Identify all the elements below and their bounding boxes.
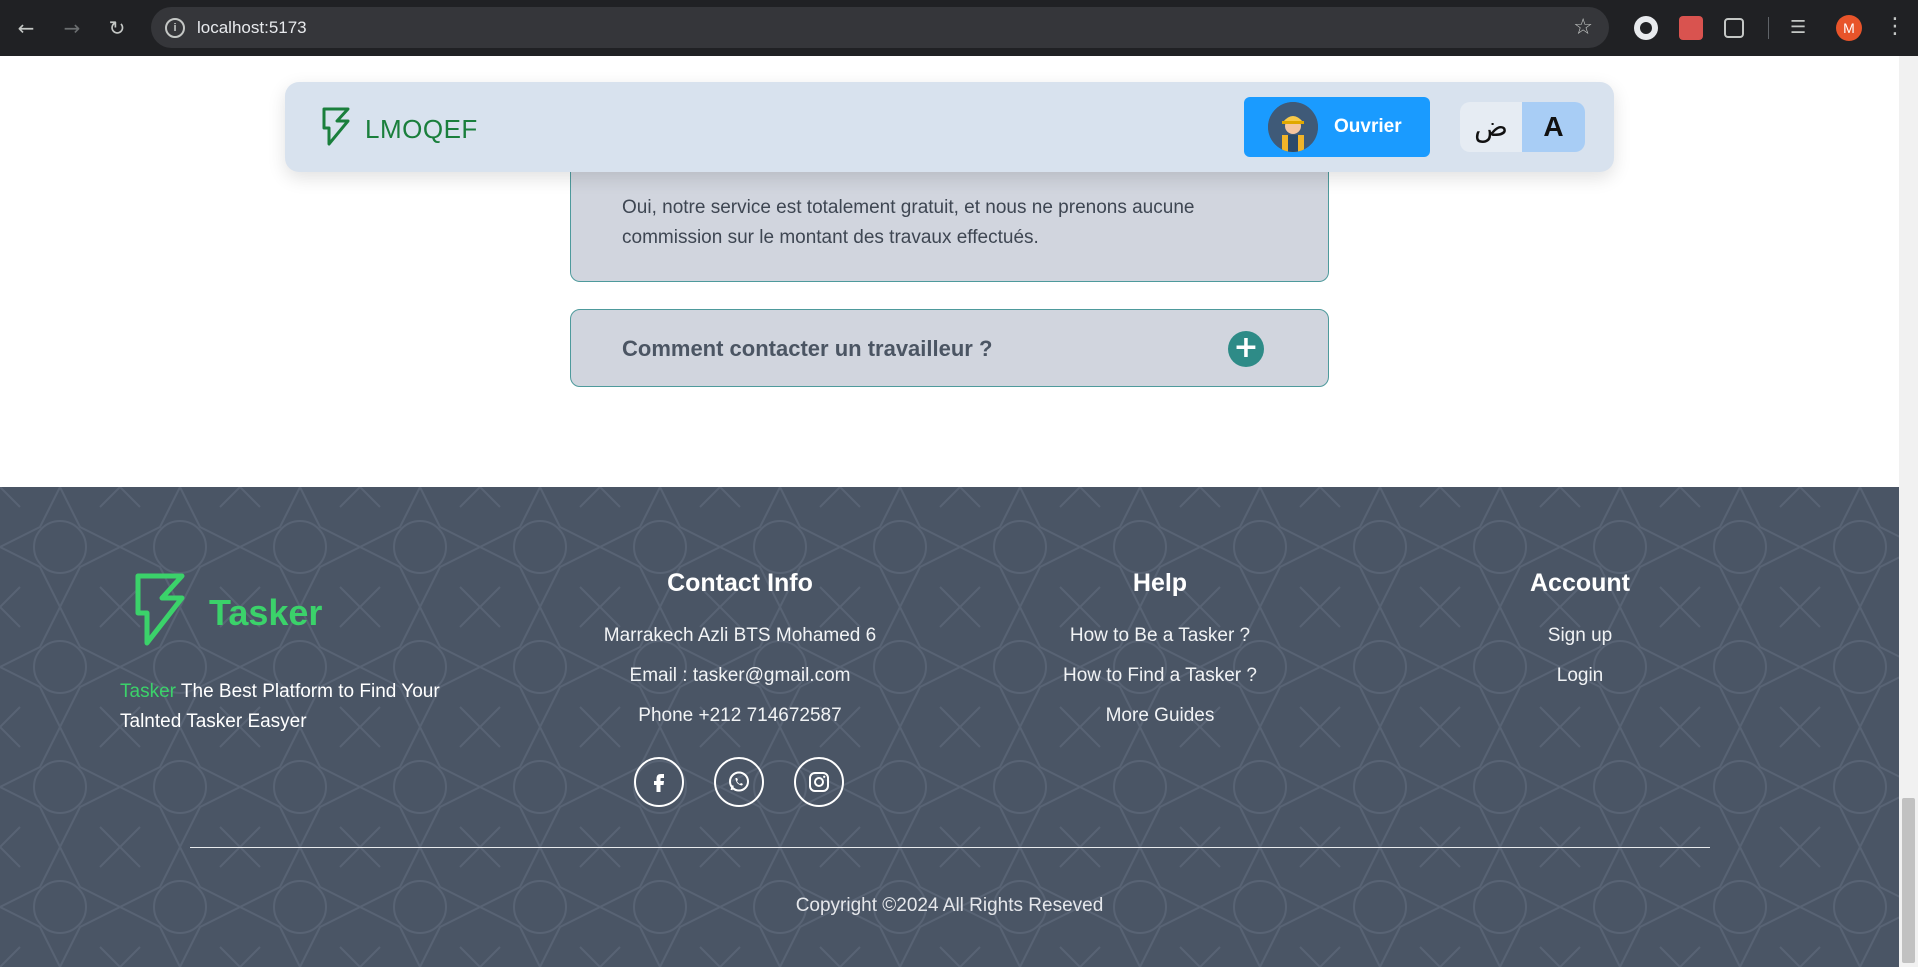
whatsapp-icon[interactable] — [714, 757, 764, 807]
extension-icon[interactable] — [1634, 16, 1658, 40]
footer-divider — [190, 847, 1710, 848]
tagline-accent: Tasker — [120, 681, 176, 702]
toolbar-divider — [1768, 17, 1769, 39]
media-queue-icon[interactable]: ☰ — [1790, 16, 1814, 40]
contact-info-title: Contact Info — [667, 569, 813, 597]
tasker-logo-icon — [133, 571, 187, 654]
faq-answer: Oui, notre service est totalement gratui… — [622, 197, 1195, 248]
brand-name: LMOQEF — [365, 114, 478, 144]
contact-address: Marrakech Azli BTS Mohamed 6 — [603, 625, 877, 646]
site-navbar: LMOQEF Ouvrier ض A — [285, 82, 1614, 172]
lang-latin-button[interactable]: A — [1522, 102, 1585, 152]
extension-icon[interactable] — [1679, 16, 1703, 40]
brand[interactable]: LMOQEF — [321, 106, 478, 153]
forward-icon[interactable]: → — [58, 14, 86, 42]
help-column: Help How to Be a Tasker ? How to Find a … — [960, 569, 1360, 736]
back-icon[interactable]: ← — [12, 14, 40, 42]
role-label: Ouvrier — [1334, 116, 1402, 137]
help-title: Help — [1132, 569, 1188, 597]
site-info-icon[interactable]: i — [165, 18, 185, 38]
footer-logo[interactable]: Tasker — [133, 571, 322, 654]
contact-email[interactable]: Email : tasker@gmail.com — [520, 656, 960, 696]
social-links — [634, 757, 844, 807]
brand-logo-icon — [321, 106, 351, 153]
worker-avatar — [1268, 102, 1318, 152]
help-link[interactable]: How to Be a Tasker ? — [960, 616, 1360, 656]
reload-icon[interactable]: ↻ — [103, 14, 131, 42]
contact-info-column: Contact Info Marrakech Azli BTS Mohamed … — [520, 569, 960, 736]
instagram-icon[interactable] — [794, 757, 844, 807]
signup-link[interactable]: Sign up — [1380, 616, 1780, 656]
faq-question[interactable]: Comment contacter un travailleur ? — [622, 336, 992, 362]
help-link[interactable]: More Guides — [960, 696, 1360, 736]
contact-phone[interactable]: Phone +212 714672587 — [520, 696, 960, 736]
site-footer: Tasker Tasker The Best Platform to Find … — [0, 487, 1899, 967]
language-switcher: ض A — [1460, 102, 1585, 152]
footer-logo-text: Tasker — [209, 591, 323, 633]
extensions-puzzle-icon[interactable] — [1724, 18, 1744, 38]
account-title: Account — [1530, 569, 1630, 597]
lang-arabic-button[interactable]: ض — [1460, 102, 1522, 152]
faq-item-closed[interactable]: Comment contacter un travailleur ? + — [570, 309, 1329, 387]
facebook-icon[interactable] — [634, 757, 684, 807]
scrollbar-thumb[interactable] — [1902, 798, 1915, 963]
account-column: Account Sign up Login — [1380, 569, 1780, 696]
bookmark-star-icon[interactable]: ☆ — [1573, 15, 1593, 40]
expand-plus-icon[interactable]: + — [1228, 331, 1264, 367]
browser-toolbar: ← → ↻ i localhost:5173 ☆ ☰ M ⋮ — [0, 0, 1918, 56]
address-bar[interactable]: i localhost:5173 ☆ — [151, 7, 1609, 48]
page-scrollbar[interactable] — [1899, 56, 1918, 967]
url-text[interactable]: localhost:5173 — [197, 18, 307, 38]
help-link[interactable]: How to Find a Tasker ? — [960, 656, 1360, 696]
menu-kebab-icon[interactable]: ⋮ — [1884, 14, 1906, 39]
copyright-text: Copyright ©2024 All Rights Reseved — [795, 895, 1104, 916]
footer-tagline: Tasker The Best Platform to Find Your Ta… — [120, 677, 440, 737]
profile-avatar[interactable]: M — [1836, 15, 1862, 41]
role-button[interactable]: Ouvrier — [1244, 97, 1430, 157]
login-link[interactable]: Login — [1380, 656, 1780, 696]
